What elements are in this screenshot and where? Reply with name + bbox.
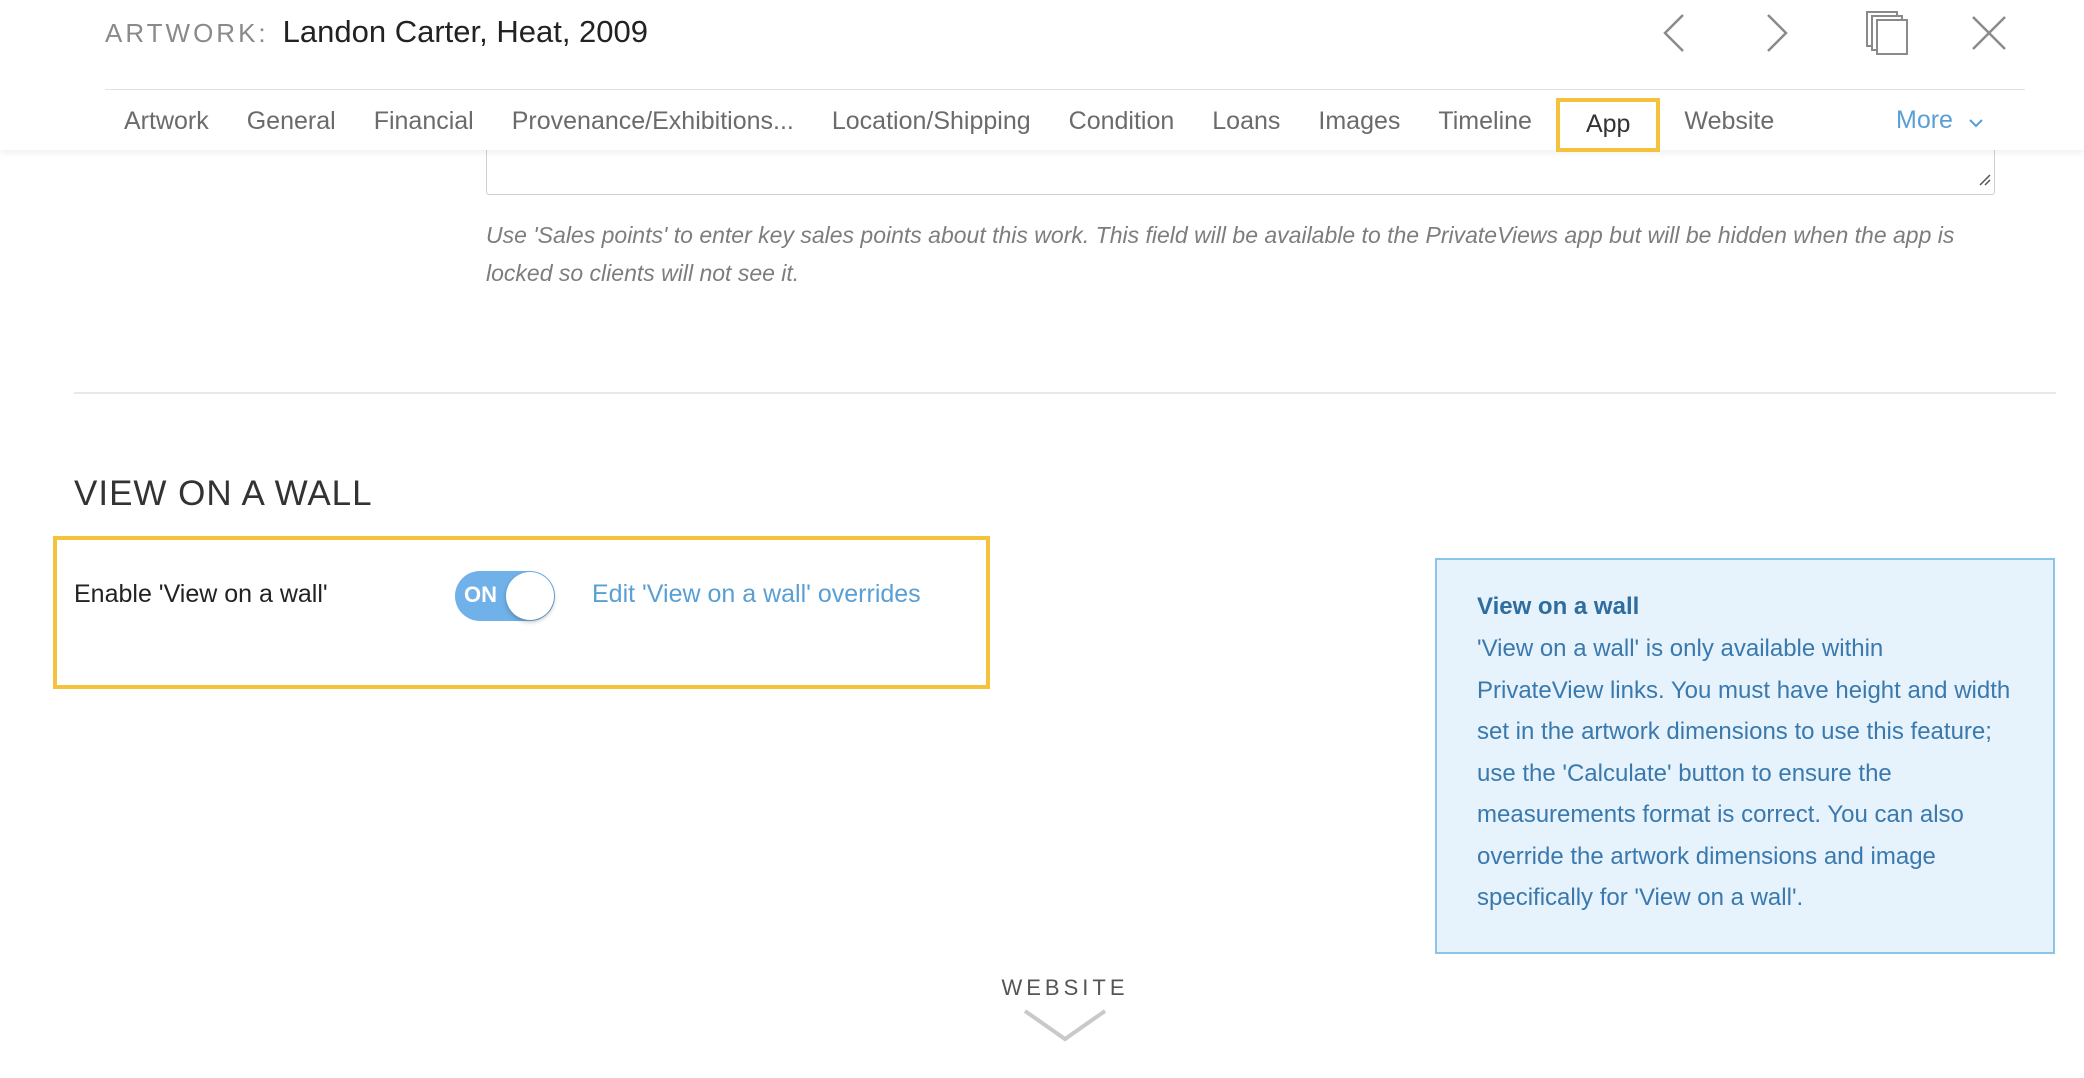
- artwork-header: ARTWORK: Landon Carter, Heat, 2009 Artwo…: [0, 0, 2084, 152]
- edit-view-on-wall-overrides-link[interactable]: Edit 'View on a wall' overrides: [592, 580, 921, 609]
- artwork-editor: ARTWORK: Landon Carter, Heat, 2009 Artwo…: [0, 0, 2084, 1078]
- chevron-down-icon: [1000, 1009, 1130, 1048]
- resize-handle-icon[interactable]: [1976, 171, 1992, 192]
- close-icon[interactable]: [1964, 8, 2014, 58]
- sales-points-help-text: Use 'Sales points' to enter key sales po…: [486, 222, 1955, 286]
- chevron-left-icon[interactable]: [1649, 8, 1699, 58]
- copy-icon[interactable]: [1862, 8, 1912, 58]
- more-tabs-dropdown[interactable]: More: [1896, 98, 1983, 142]
- tab-bar: Artwork General Financial Provenance/Exh…: [105, 98, 1793, 152]
- chevron-right-icon[interactable]: [1752, 8, 1802, 58]
- chevron-down-icon: [1969, 98, 1983, 142]
- toggle-state-label: ON: [464, 582, 497, 607]
- tab-condition[interactable]: Condition: [1050, 99, 1194, 151]
- info-box-title: View on a wall: [1477, 593, 1640, 620]
- toggle-knob: [506, 572, 554, 620]
- tab-images[interactable]: Images: [1299, 99, 1419, 151]
- title-value: Landon Carter, Heat, 2009: [282, 14, 649, 49]
- tab-financial[interactable]: Financial: [355, 99, 493, 151]
- tabs-divider: [105, 89, 2025, 90]
- tab-app[interactable]: App: [1555, 98, 1661, 152]
- view-on-wall-section-title: VIEW ON A WALL: [74, 474, 373, 513]
- info-box-body: 'View on a wall' is only available withi…: [1477, 635, 2011, 911]
- tab-general[interactable]: General: [228, 99, 355, 151]
- title-label: ARTWORK:: [105, 18, 269, 48]
- next-section-label: WEBSITE: [1001, 975, 1129, 1000]
- next-section-website[interactable]: WEBSITE: [1000, 975, 1130, 1048]
- more-tabs-label: More: [1896, 106, 1953, 134]
- enable-view-on-wall-label: Enable 'View on a wall': [74, 580, 328, 608]
- tab-provenance-exhibitions[interactable]: Provenance/Exhibitions...: [493, 99, 813, 151]
- section-divider: [74, 392, 2056, 394]
- view-on-wall-info-box: View on a wall 'View on a wall' is only …: [1435, 558, 2055, 954]
- view-on-wall-toggle[interactable]: ON: [455, 571, 555, 621]
- tab-timeline[interactable]: Timeline: [1419, 99, 1551, 151]
- tab-website[interactable]: Website: [1665, 99, 1793, 151]
- tab-loans[interactable]: Loans: [1193, 99, 1299, 151]
- tab-location-shipping[interactable]: Location/Shipping: [813, 99, 1050, 151]
- artwork-title: ARTWORK: Landon Carter, Heat, 2009: [105, 14, 648, 54]
- tab-artwork[interactable]: Artwork: [105, 99, 228, 151]
